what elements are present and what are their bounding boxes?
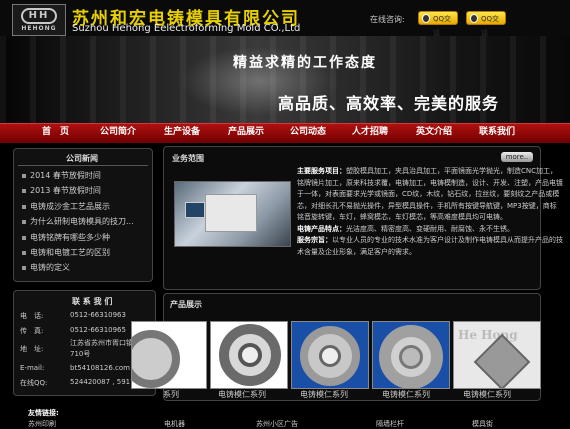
news-item[interactable]: 电铸成沙金工艺品展示 — [22, 201, 110, 212]
fax-value: 0512-66310965 — [70, 326, 126, 334]
news-divider — [18, 165, 148, 166]
product-image-3[interactable] — [291, 321, 369, 389]
mold-center-icon — [319, 345, 341, 367]
mold-block-icon — [473, 333, 531, 388]
product-features-label: 电铸产品特点： — [297, 224, 346, 233]
product-image-2[interactable] — [210, 321, 288, 389]
mold-ring-icon — [132, 330, 180, 388]
product-caption-3: 电铸模仁系列 — [300, 390, 348, 399]
product-caption-4: 电铸模仁系列 — [382, 390, 430, 399]
nav-contact[interactable]: 联系我们 — [479, 124, 515, 143]
nav-equipment[interactable]: 生产设备 — [164, 124, 200, 143]
phone-label: 电 话: — [20, 312, 44, 320]
email-value[interactable]: bt54108126.com — [70, 364, 130, 372]
bullet-icon — [22, 204, 26, 209]
nav-home[interactable]: 首 页 — [42, 124, 69, 143]
more-button[interactable]: more.. — [501, 152, 533, 162]
bullet-icon — [22, 188, 26, 193]
online-consult-label: 在线咨询: — [370, 15, 405, 24]
banner-slogan-2: 高品质、高效率、完美的服务 — [278, 94, 500, 113]
products-panel-title: 产品展示 — [170, 300, 202, 309]
news-item[interactable]: 电铸和电镀工艺的区别 — [22, 247, 110, 258]
nav-products[interactable]: 产品展示 — [228, 124, 264, 143]
product-caption-2: 电铸模仁系列 — [218, 390, 266, 399]
business-panel-title: 业务范围 — [172, 154, 204, 163]
product-image-1[interactable] — [131, 321, 207, 389]
product-caption-1: 系列 — [163, 390, 179, 399]
mold-center-icon — [238, 343, 262, 367]
contact-panel-title: 联 系 我 们 — [72, 297, 113, 306]
qq-label: 在线QQ: — [20, 379, 48, 387]
address-label: 地 址: — [20, 345, 44, 353]
logo-subtext: HEHONG — [21, 25, 57, 32]
logo-mark: HH — [21, 8, 57, 24]
bullet-icon — [22, 265, 26, 270]
news-panel-title: 公司新闻 — [66, 154, 98, 163]
news-item[interactable]: 电铸铭牌有哪些多少种 — [22, 232, 110, 243]
news-item[interactable]: 2013 春节放假时间 — [22, 185, 101, 196]
main-nav: 首 页 公司简介 生产设备 产品展示 公司动态 人才招聘 英文介绍 联系我们 — [0, 123, 570, 143]
banner-slogan-1: 精益求精的工作态度 — [233, 55, 377, 71]
machine-image — [205, 194, 257, 232]
phone-value: 0512-66310963 — [70, 311, 126, 319]
monitor-image — [185, 202, 205, 218]
bullet-icon — [22, 250, 26, 255]
business-photo — [174, 181, 291, 247]
nav-about[interactable]: 公司简介 — [100, 124, 136, 143]
company-logo[interactable]: HH HEHONG — [12, 4, 66, 36]
news-panel: 公司新闻 2014 春节放假时间 2013 春节放假时间 电铸成沙金工艺品展示 … — [13, 148, 153, 282]
news-item[interactable]: 为什么研制电铸模具的技刀... — [22, 216, 134, 227]
bullet-icon — [22, 173, 26, 178]
product-features-text: 光洁度高、精密度高、变硬耐用、耐腐蚀、永不生锈。 — [346, 224, 514, 233]
service-purpose-label: 服务宗旨： — [297, 236, 332, 244]
nav-news[interactable]: 公司动态 — [290, 124, 326, 143]
product-image-4[interactable] — [372, 321, 450, 389]
business-description: 主要服务项目：塑胶模具加工，夹具治具加工，平面镜面光学抛光，制造CNC加工，铭牌… — [297, 166, 563, 258]
company-name-en: Suzhou Hehong Eelectroforming Mold CO.,L… — [72, 23, 301, 34]
main-services-text: 塑胶模具加工，夹具治具加工，平面镜面光学抛光，制造CNC加工，铭牌镜片加工，原来… — [297, 167, 563, 221]
nav-jobs[interactable]: 人才招聘 — [352, 124, 388, 143]
mold-center-icon — [399, 345, 423, 369]
email-label: E-mail: — [20, 364, 45, 372]
product-image-5[interactable]: He Hong — [453, 321, 541, 389]
site-header: HH HEHONG 苏州和宏电铸模具有限公司 Suzhou Hehong Eel… — [0, 0, 570, 37]
main-services-label: 主要服务项目： — [297, 167, 346, 175]
news-item[interactable]: 电铸的定义 — [22, 262, 70, 273]
product-caption-5: 电铸模仁系列 — [463, 390, 511, 399]
service-purpose-text: 以专业人员的专业的技术水准为客户设计及制作电铸模具从而提升产品的技术含量及企业形… — [297, 236, 563, 256]
qq-chat-button-2[interactable]: QQ交谈 — [466, 11, 506, 37]
bullet-icon — [22, 219, 26, 224]
fax-label: 传 真: — [20, 327, 44, 335]
address-line-2: 710号 — [70, 350, 91, 358]
friend-links-label: 友情链接: — [28, 409, 59, 417]
qq-chat-button-1[interactable]: QQ交谈 — [418, 11, 458, 37]
nav-english[interactable]: 英文介绍 — [416, 124, 452, 143]
news-item[interactable]: 2014 春节放假时间 — [22, 170, 101, 181]
bullet-icon — [22, 235, 26, 240]
